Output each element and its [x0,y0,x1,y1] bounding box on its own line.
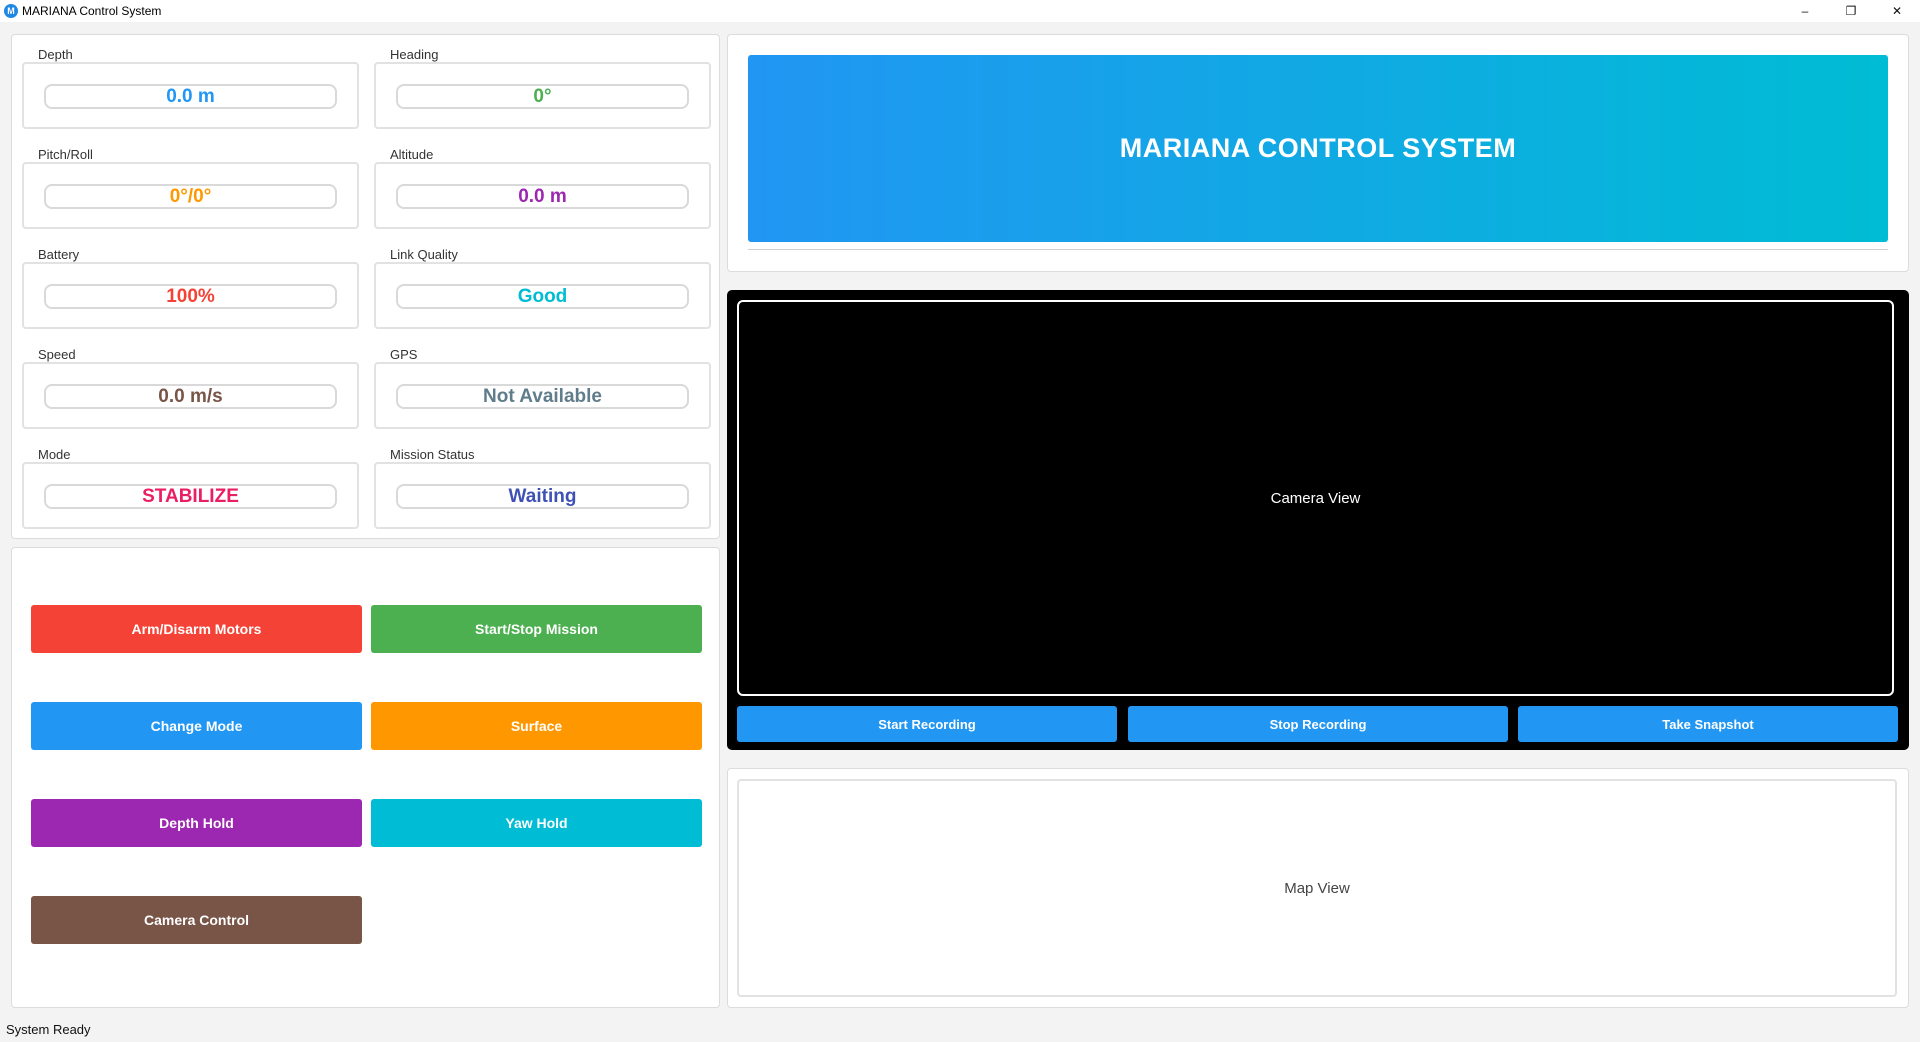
telemetry-card-heading: 0° [374,62,711,129]
map-view[interactable]: Map View [737,779,1897,997]
telemetry-panel: Depth 0.0 m Heading 0° Pitch/Roll 0°/0° … [11,34,720,539]
yaw-hold-button[interactable]: Yaw Hold [371,799,702,847]
telemetry-card-mission-status: Waiting [374,462,711,529]
gps-value: Not Available [396,384,689,409]
take-snapshot-button[interactable]: Take Snapshot [1518,706,1898,742]
pitch-roll-value: 0°/0° [44,184,337,209]
map-panel: Map View [727,768,1909,1008]
change-mode-button[interactable]: Change Mode [31,702,362,750]
map-view-label: Map View [1284,879,1350,897]
camera-control-button[interactable]: Camera Control [31,896,362,944]
title-bar: M MARIANA Control System – ❐ ✕ [0,0,1920,22]
maximize-button[interactable]: ❐ [1828,0,1874,22]
controls-panel: Arm/Disarm Motors Start/Stop Mission Cha… [11,547,720,1008]
telemetry-label-speed: Speed [38,347,76,362]
telemetry-card-gps: Not Available [374,362,711,429]
window-controls: – ❐ ✕ [1782,0,1920,22]
mode-value: STABILIZE [44,484,337,509]
window-title: MARIANA Control System [22,4,162,18]
header-banner: MARIANA CONTROL SYSTEM [748,55,1888,242]
telemetry-label-mission-status: Mission Status [390,447,475,462]
depth-value: 0.0 m [44,84,337,109]
minimize-button[interactable]: – [1782,0,1828,22]
telemetry-label-gps: GPS [390,347,418,362]
camera-view-label: Camera View [1270,489,1361,507]
app-logo-icon: M [4,4,18,18]
telemetry-label-battery: Battery [38,247,80,262]
heading-value: 0° [396,84,689,109]
telemetry-label-link-quality: Link Quality [390,247,458,262]
start-recording-button[interactable]: Start Recording [737,706,1117,742]
telemetry-label-depth: Depth [38,47,73,62]
header-panel: MARIANA CONTROL SYSTEM [727,34,1909,272]
telemetry-card-depth: 0.0 m [22,62,359,129]
telemetry-label-altitude: Altitude [390,147,434,162]
surface-button[interactable]: Surface [371,702,702,750]
close-button[interactable]: ✕ [1874,0,1920,22]
telemetry-card-pitch-roll: 0°/0° [22,162,359,229]
telemetry-label-pitch-roll: Pitch/Roll [38,147,93,162]
telemetry-card-battery: 100% [22,262,359,329]
arm-disarm-motors-button[interactable]: Arm/Disarm Motors [31,605,362,653]
altitude-value: 0.0 m [396,184,689,209]
telemetry-card-link-quality: Good [374,262,711,329]
telemetry-card-altitude: 0.0 m [374,162,711,229]
depth-hold-button[interactable]: Depth Hold [31,799,362,847]
camera-panel: Camera View [727,290,1909,750]
status-bar: System Ready [6,1022,91,1037]
header-divider [748,249,1888,250]
battery-value: 100% [44,284,337,309]
start-stop-mission-button[interactable]: Start/Stop Mission [371,605,702,653]
telemetry-card-mode: STABILIZE [22,462,359,529]
telemetry-label-heading: Heading [390,47,439,62]
stop-recording-button[interactable]: Stop Recording [1128,706,1508,742]
header-title: MARIANA CONTROL SYSTEM [1119,133,1517,163]
speed-value: 0.0 m/s [44,384,337,409]
mission-status-value: Waiting [396,484,689,509]
telemetry-label-mode: Mode [38,447,71,462]
link-quality-value: Good [396,284,689,309]
telemetry-card-speed: 0.0 m/s [22,362,359,429]
camera-view[interactable]: Camera View [737,300,1894,696]
